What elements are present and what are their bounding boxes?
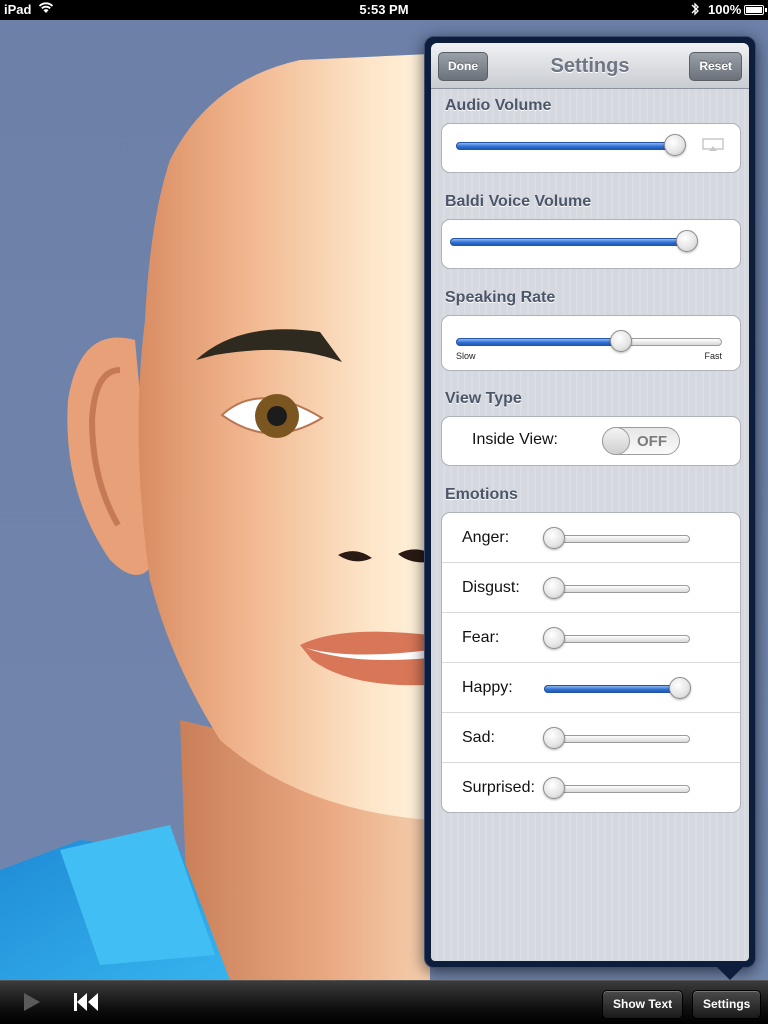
bottom-toolbar: Show Text Settings	[0, 980, 768, 1024]
audio-volume-slider[interactable]	[456, 134, 687, 156]
settings-body: Audio Volume Baldi Voice Volume Speaking…	[431, 89, 749, 961]
emotion-label: Fear:	[462, 629, 500, 646]
slider-thumb[interactable]	[543, 527, 565, 549]
battery-icon	[744, 5, 767, 15]
emotion-label: Surprised:	[462, 779, 535, 796]
airplay-icon[interactable]	[702, 138, 724, 152]
happy-slider[interactable]	[544, 677, 691, 699]
fear-slider[interactable]	[543, 627, 690, 649]
slow-label: Slow	[456, 351, 476, 361]
voice-volume-label: Baldi Voice Volume	[445, 193, 592, 210]
popover-nav-bar: Done Settings Reset	[431, 43, 749, 89]
emotion-row-fear: Fear:	[442, 613, 740, 663]
emotion-label: Anger:	[462, 529, 510, 546]
toggle-knob[interactable]	[602, 427, 630, 455]
view-type-card: Inside View: OFF	[441, 416, 741, 466]
slider-thumb[interactable]	[664, 134, 687, 156]
slider-thumb[interactable]	[676, 230, 698, 252]
speaking-rate-label: Speaking Rate	[445, 289, 556, 306]
settings-popover: Done Settings Reset Audio Volume Baldi V…	[424, 36, 756, 968]
surprised-slider[interactable]	[543, 777, 690, 799]
anger-slider[interactable]	[543, 527, 690, 549]
toggle-state-text: OFF	[637, 433, 667, 450]
sad-slider[interactable]	[543, 727, 690, 749]
bluetooth-icon	[691, 2, 699, 16]
inside-view-label: Inside View:	[472, 431, 558, 448]
status-bar: iPad 5:53 PM 100%	[0, 0, 768, 20]
slider-thumb[interactable]	[543, 777, 565, 799]
speaking-rate-card: Slow Fast	[441, 315, 741, 371]
voice-volume-slider[interactable]	[450, 230, 698, 252]
popover-arrow	[716, 966, 744, 980]
emotion-label: Happy:	[462, 679, 513, 696]
emotion-row-happy: Happy:	[442, 663, 740, 713]
view-type-label: View Type	[445, 390, 522, 407]
fast-label: Fast	[704, 351, 722, 361]
reset-button[interactable]: Reset	[689, 52, 742, 81]
play-icon[interactable]	[24, 993, 40, 1011]
audio-volume-label: Audio Volume	[445, 97, 552, 114]
slider-thumb[interactable]	[543, 577, 565, 599]
emotion-row-anger: Anger:	[442, 513, 740, 563]
audio-volume-card	[441, 123, 741, 173]
settings-button[interactable]: Settings	[692, 990, 762, 1019]
emotion-label: Disgust:	[462, 579, 520, 596]
emotion-label: Sad:	[462, 729, 495, 746]
slider-thumb[interactable]	[543, 727, 565, 749]
inside-view-toggle[interactable]: OFF	[602, 427, 680, 455]
emotion-row-sad: Sad:	[442, 713, 740, 763]
emotions-label: Emotions	[445, 486, 518, 503]
slider-thumb[interactable]	[669, 677, 691, 699]
clock: 5:53 PM	[359, 2, 409, 17]
rewind-to-start-icon[interactable]	[74, 993, 98, 1011]
speaking-rate-slider[interactable]	[456, 330, 722, 352]
disgust-slider[interactable]	[543, 577, 690, 599]
emotion-row-disgust: Disgust:	[442, 563, 740, 613]
battery-percentage: 100%	[708, 2, 742, 17]
voice-volume-card	[441, 219, 741, 269]
slider-thumb[interactable]	[543, 627, 565, 649]
emotion-row-surprised: Surprised:	[442, 763, 740, 813]
slider-thumb[interactable]	[609, 330, 632, 352]
show-text-button[interactable]: Show Text	[602, 990, 684, 1019]
emotions-card: Anger: Disgust: Fear: Happy: Sad: Surpri…	[441, 512, 741, 813]
